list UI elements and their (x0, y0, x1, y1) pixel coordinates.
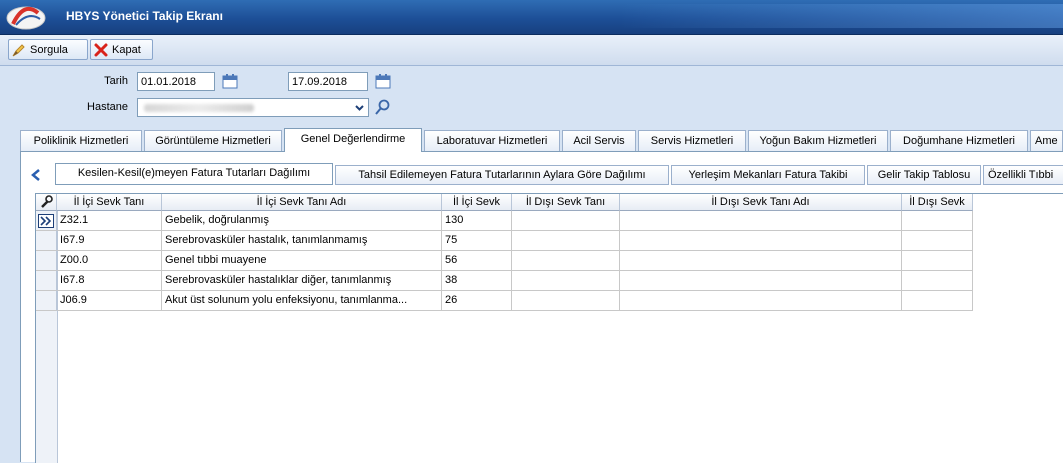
sub-tabs: Kesilen-Kesil(e)meyen Fatura Tutarları D… (21, 161, 1063, 185)
hastane-label: Hastane (87, 101, 128, 113)
wrench-icon (41, 195, 53, 208)
table-cell[interactable]: Serebrovasküler hastalık, tanımlanmamış (162, 231, 442, 251)
tab-laboratuvar[interactable]: Laboratuvar Hizmetleri (424, 130, 560, 151)
table-cell[interactable] (620, 231, 902, 251)
tab-goruntuleme[interactable]: Görüntüleme Hizmetleri (144, 130, 282, 151)
table-cell[interactable]: Z00.0 (57, 251, 162, 271)
column-header[interactable]: İl Dışı Sevk (902, 194, 973, 211)
row-indicator[interactable] (36, 291, 57, 311)
table-cell[interactable] (512, 211, 620, 231)
chevron-left-icon[interactable] (29, 168, 43, 182)
kapat-label: Kapat (112, 43, 141, 56)
close-icon (94, 43, 108, 56)
tab-acil-servis[interactable]: Acil Servis (562, 130, 636, 151)
sorgula-button[interactable]: Sorgula (8, 39, 88, 60)
column-header[interactable]: İl İçi Sevk Tanı (57, 194, 162, 211)
table-cell[interactable] (902, 231, 973, 251)
filter-form: Tarih Hastane (0, 66, 1063, 128)
tab-poliklinik[interactable]: Poliklinik Hizmetleri (20, 130, 142, 151)
table-cell[interactable] (620, 211, 902, 231)
table-cell[interactable] (512, 291, 620, 311)
subtab-ozellikli-tibbi[interactable]: Özellikli Tıbbi (983, 165, 1063, 185)
table-cell[interactable]: Genel tıbbi muayene (162, 251, 442, 271)
sorgula-label: Sorgula (30, 43, 68, 56)
table-cell[interactable] (902, 251, 973, 271)
table-cell[interactable]: 75 (442, 231, 512, 251)
row-indicator[interactable] (36, 211, 57, 231)
subtab-gelir-takip[interactable]: Gelir Takip Tablosu (867, 165, 981, 185)
table-cell[interactable] (620, 271, 902, 291)
search-icon[interactable] (374, 99, 391, 116)
table-cell[interactable]: Z32.1 (57, 211, 162, 231)
hastane-select[interactable] (137, 98, 369, 117)
table-cell[interactable] (512, 271, 620, 291)
app-logo-icon (6, 6, 46, 30)
tab-servis-hizmetleri[interactable]: Servis Hizmetleri (638, 130, 746, 151)
query-icon (12, 43, 25, 56)
table-cell[interactable]: I67.9 (57, 231, 162, 251)
table-cell[interactable] (620, 291, 902, 311)
table-cell[interactable]: J06.9 (57, 291, 162, 311)
chevron-down-icon[interactable] (353, 101, 366, 114)
main-tabs: Poliklinik Hizmetleri Görüntüleme Hizmet… (20, 128, 1063, 152)
table-cell[interactable]: Gebelik, doğrulanmış (162, 211, 442, 231)
tab-ame[interactable]: Ame (1030, 130, 1063, 151)
toolbar: Sorgula Kapat (0, 35, 1063, 66)
column-header[interactable]: İl Dışı Sevk Tanı Adı (620, 194, 902, 211)
table-cell[interactable] (620, 251, 902, 271)
tarih-label: Tarih (104, 75, 128, 87)
subtab-yerlesim[interactable]: Yerleşim Mekanları Fatura Takibi (671, 165, 865, 185)
column-header[interactable]: İl İçi Sevk Tanı Adı (162, 194, 442, 211)
current-row-icon (38, 214, 54, 228)
row-indicator[interactable] (36, 271, 57, 291)
row-indicator[interactable] (36, 231, 57, 251)
row-indicator[interactable] (36, 251, 57, 271)
grid-settings-header[interactable] (36, 194, 57, 211)
data-grid: İl İçi Sevk Tanı İl İçi Sevk Tanı Adı İl… (35, 193, 1063, 463)
subtab-tahsil-edilemeyen[interactable]: Tahsil Edilemeyen Fatura Tutarlarının Ay… (335, 165, 669, 185)
table-cell[interactable]: Akut üst solunum yolu enfeksiyonu, tanım… (162, 291, 442, 311)
table-cell[interactable]: 130 (442, 211, 512, 231)
tab-dogumhane[interactable]: Doğumhane Hizmetleri (890, 130, 1028, 151)
table-cell[interactable] (902, 291, 973, 311)
window-title: HBYS Yönetici Takip Ekranı (66, 9, 223, 23)
title-decoration (620, 4, 1063, 28)
start-date-input[interactable] (137, 72, 215, 91)
title-bar: HBYS Yönetici Takip Ekranı (0, 0, 1063, 35)
column-header[interactable]: İl Dışı Sevk Tanı (512, 194, 620, 211)
table-cell[interactable]: 56 (442, 251, 512, 271)
table-cell[interactable]: 38 (442, 271, 512, 291)
table-cell[interactable]: I67.8 (57, 271, 162, 291)
table-cell[interactable]: Serebrovasküler hastalıklar diğer, tanım… (162, 271, 442, 291)
hastane-value-redacted (144, 104, 254, 112)
table-cell[interactable] (902, 271, 973, 291)
table-cell[interactable] (902, 211, 973, 231)
start-calendar-icon[interactable] (222, 73, 238, 89)
end-date-input[interactable] (288, 72, 368, 91)
tab-panel: Kesilen-Kesil(e)meyen Fatura Tutarları D… (20, 151, 1063, 463)
end-calendar-icon[interactable] (375, 73, 391, 89)
table-cell[interactable]: 26 (442, 291, 512, 311)
tab-genel-degerlendirme[interactable]: Genel Değerlendirme (284, 128, 422, 152)
table-cell[interactable] (512, 231, 620, 251)
column-header[interactable]: İl İçi Sevk (442, 194, 512, 211)
subtab-fatura-tutarlari[interactable]: Kesilen-Kesil(e)meyen Fatura Tutarları D… (55, 163, 333, 185)
table-cell[interactable] (512, 251, 620, 271)
tab-yogun-bakim[interactable]: Yoğun Bakım Hizmetleri (748, 130, 888, 151)
kapat-button[interactable]: Kapat (90, 39, 153, 60)
